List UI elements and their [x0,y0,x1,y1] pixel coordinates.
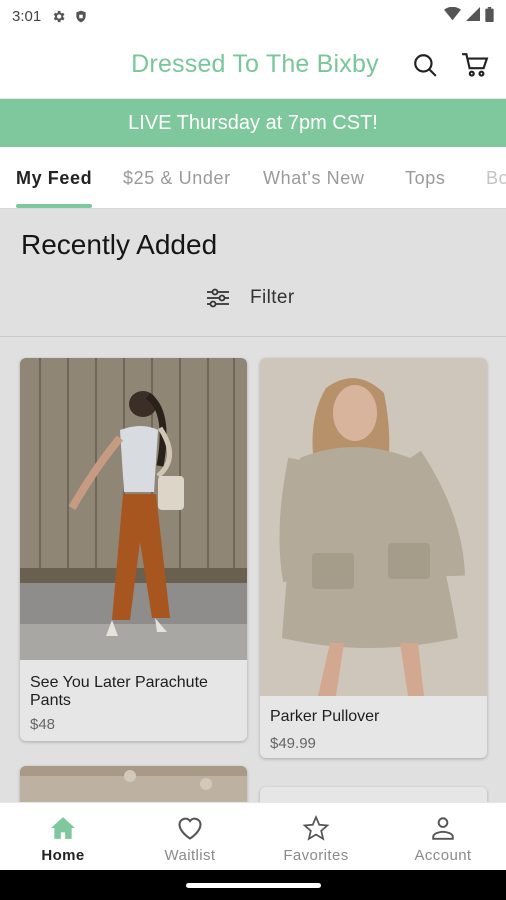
product-name: Parker Pullover [270,708,380,725]
tab-tops[interactable]: Tops [405,168,445,189]
sliders-icon [207,288,229,308]
bottom-navigation: Home Waitlist Favorites Account [0,802,506,870]
product-name: See You Later Parachute Pants [30,674,208,709]
nav-favorites[interactable]: Favorites [253,803,379,871]
battery-icon [485,6,494,26]
product-price: $48 [30,716,56,733]
product-card[interactable] [20,766,247,802]
tab-bottoms[interactable]: Bo [486,168,506,189]
divider [0,336,506,337]
tab-my-feed[interactable]: My Feed [16,168,92,189]
product-card[interactable]: See You Later Parachute Pants $48 [20,358,247,741]
cart-icon [462,53,489,77]
home-icon [51,817,75,839]
tab-whats-new[interactable]: What's New [263,168,364,189]
product-card[interactable] [260,787,487,802]
gesture-handle[interactable] [186,883,321,888]
product-image [20,358,247,660]
filter-button[interactable]: Filter [206,287,295,309]
announcement-text: LIVE Thursday at 7pm CST! [128,111,378,134]
app-header: Dressed To The Bixby [0,32,506,99]
search-button[interactable] [410,50,440,80]
tab-25-and-under[interactable]: $25 & Under [123,168,231,189]
product-card[interactable]: Parker Pullover $49.99 [260,358,487,758]
nav-home[interactable]: Home [0,803,126,871]
cart-button[interactable] [460,50,490,80]
announcement-banner[interactable]: LIVE Thursday at 7pm CST! [0,99,506,147]
nav-account-label: Account [414,847,472,864]
product-price: $49.99 [270,735,316,752]
signal-icon [466,7,480,25]
section-title: Recently Added [21,229,218,260]
heart-icon [178,817,202,840]
product-image [20,766,247,802]
active-tab-indicator [16,204,92,208]
nav-waitlist-label: Waitlist [164,847,216,864]
status-bar: 3:01 [0,0,506,32]
nav-home-label: Home [41,847,85,864]
star-icon [302,815,330,841]
product-image [260,358,487,696]
wifi-icon [444,6,461,25]
nav-account[interactable]: Account [380,803,506,871]
status-time: 3:01 [12,7,42,25]
person-icon [432,817,454,840]
shield-icon [74,9,88,24]
filter-label: Filter [250,287,295,308]
category-tabs: My Feed $25 & Under What's New Tops Bo [0,147,506,209]
settings-gear-icon [51,9,66,24]
feed-content: Recently Added Filter See You Later Para… [0,209,506,802]
system-gesture-bar [0,870,506,900]
nav-waitlist[interactable]: Waitlist [127,803,253,871]
nav-favorites-label: Favorites [283,847,349,864]
search-icon [414,54,437,77]
